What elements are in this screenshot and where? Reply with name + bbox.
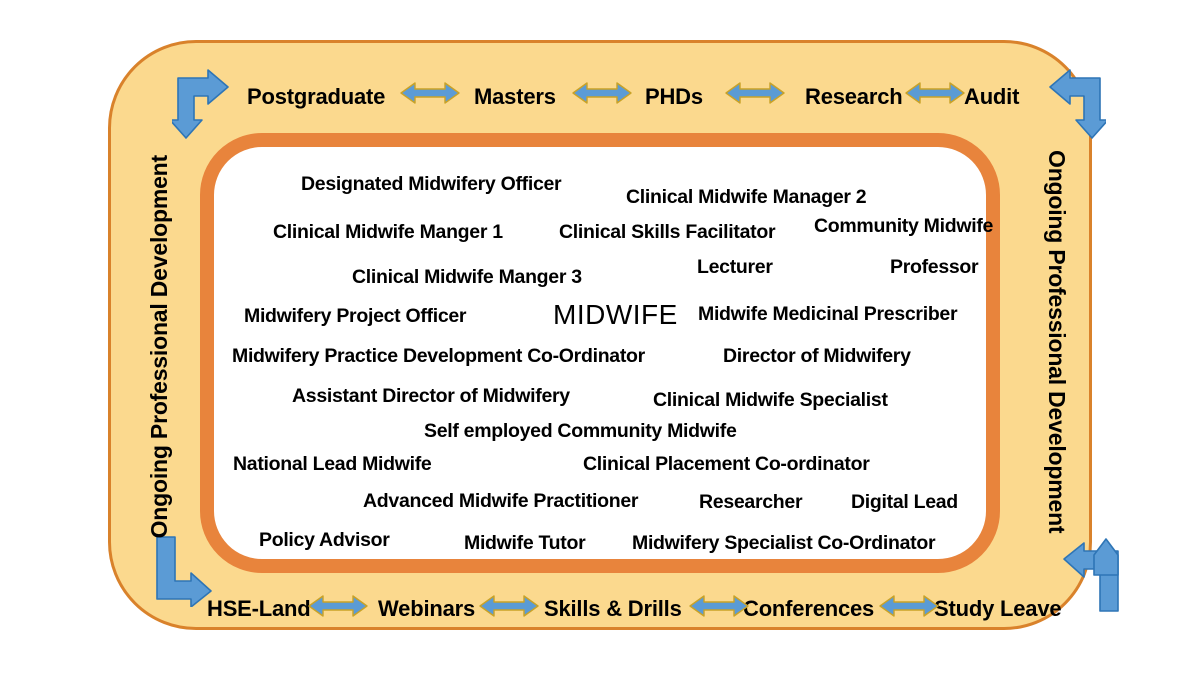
role-label-designated-midwifery-officer: Designated Midwifery Officer <box>301 173 562 195</box>
role-label-clinical-midwife-manger-3: Clinical Midwife Manger 3 <box>352 266 582 288</box>
role-label-clinical-midwife-manger-1: Clinical Midwife Manger 1 <box>273 221 503 243</box>
role-label-assistant-director-of-midwifery: Assistant Director of Midwifery <box>292 385 570 407</box>
diagram-canvas: Ongoing Professional Development Ongoing… <box>0 0 1200 675</box>
top-track-label-masters: Masters <box>474 84 556 109</box>
role-label-clinical-skills-facilitator: Clinical Skills Facilitator <box>559 221 776 243</box>
top-track-label-audit: Audit <box>964 84 1020 109</box>
role-label-midwifery-specialist-co-ordinator: Midwifery Specialist Co-Ordinator <box>632 532 936 554</box>
side-label-left-opd: Ongoing Professional Development <box>146 155 172 539</box>
bottom-skills-to-conferences-double-arrow-icon <box>688 593 750 619</box>
role-label-clinical-midwife-manager-2: Clinical Midwife Manager 2 <box>626 186 867 208</box>
role-label-director-of-midwifery: Director of Midwifery <box>723 345 911 367</box>
role-label-self-employed-community-midwife: Self employed Community Midwife <box>424 420 737 442</box>
bottom-hseland-to-webinars-double-arrow-icon <box>307 593 369 619</box>
role-label-digital-lead: Digital Lead <box>851 491 958 513</box>
bottom-webinars-to-skills-double-arrow-icon <box>478 593 540 619</box>
bottom-conferences-to-studyleave-double-arrow-icon <box>878 593 940 619</box>
bent-arrow-left-up-icon <box>1060 535 1130 613</box>
role-label-professor: Professor <box>890 256 979 278</box>
role-label-policy-advisor: Policy Advisor <box>259 529 390 551</box>
role-label-community-midwife: Community Midwife <box>814 215 994 237</box>
role-label-clinical-midwife-specialist: Clinical Midwife Specialist <box>653 389 888 411</box>
role-label-clinical-placement-co-ordinator: Clinical Placement Co-ordinator <box>583 453 870 475</box>
bottom-track-label-webinars: Webinars <box>378 596 476 621</box>
top-research-to-audit-double-arrow-icon <box>904 80 966 106</box>
top-track-label-research: Research <box>805 84 903 109</box>
bottom-track-label-study-leave: Study Leave <box>934 596 1062 621</box>
bottom-track-label-hse-land: HSE-Land <box>207 596 311 621</box>
bent-arrow-left-down-icon <box>1048 68 1106 140</box>
role-label-national-lead-midwife: National Lead Midwife <box>233 453 432 475</box>
role-label-midwife: MIDWIFE <box>553 299 678 330</box>
role-label-lecturer: Lecturer <box>697 256 773 278</box>
role-label-midwife-tutor: Midwife Tutor <box>464 532 586 554</box>
side-label-right-opd: Ongoing Professional Development <box>1044 150 1070 534</box>
bottom-track-label-conferences: Conferences <box>743 596 875 621</box>
bent-arrow-right-down-icon <box>172 68 230 140</box>
bent-arrow-down-right-icon <box>145 535 215 607</box>
top-phds-to-research-double-arrow-icon <box>724 80 786 106</box>
top-postgraduate-to-masters-double-arrow-icon <box>399 80 461 106</box>
role-label-advanced-midwife-practitioner: Advanced Midwife Practitioner <box>363 490 639 512</box>
role-label-midwifery-project-officer: Midwifery Project Officer <box>244 305 467 327</box>
top-masters-to-phds-double-arrow-icon <box>571 80 633 106</box>
top-track-label-phds: PHDs <box>645 84 703 109</box>
bottom-track-label-skills-and-drills: Skills & Drills <box>544 596 682 621</box>
top-track-label-postgraduate: Postgraduate <box>247 84 386 109</box>
role-label-researcher: Researcher <box>699 491 803 513</box>
role-label-midwifery-practice-development-co-ordinator: Midwifery Practice Development Co-Ordina… <box>232 345 645 367</box>
role-label-midwife-medicinal-prescriber: Midwife Medicinal Prescriber <box>698 303 958 325</box>
